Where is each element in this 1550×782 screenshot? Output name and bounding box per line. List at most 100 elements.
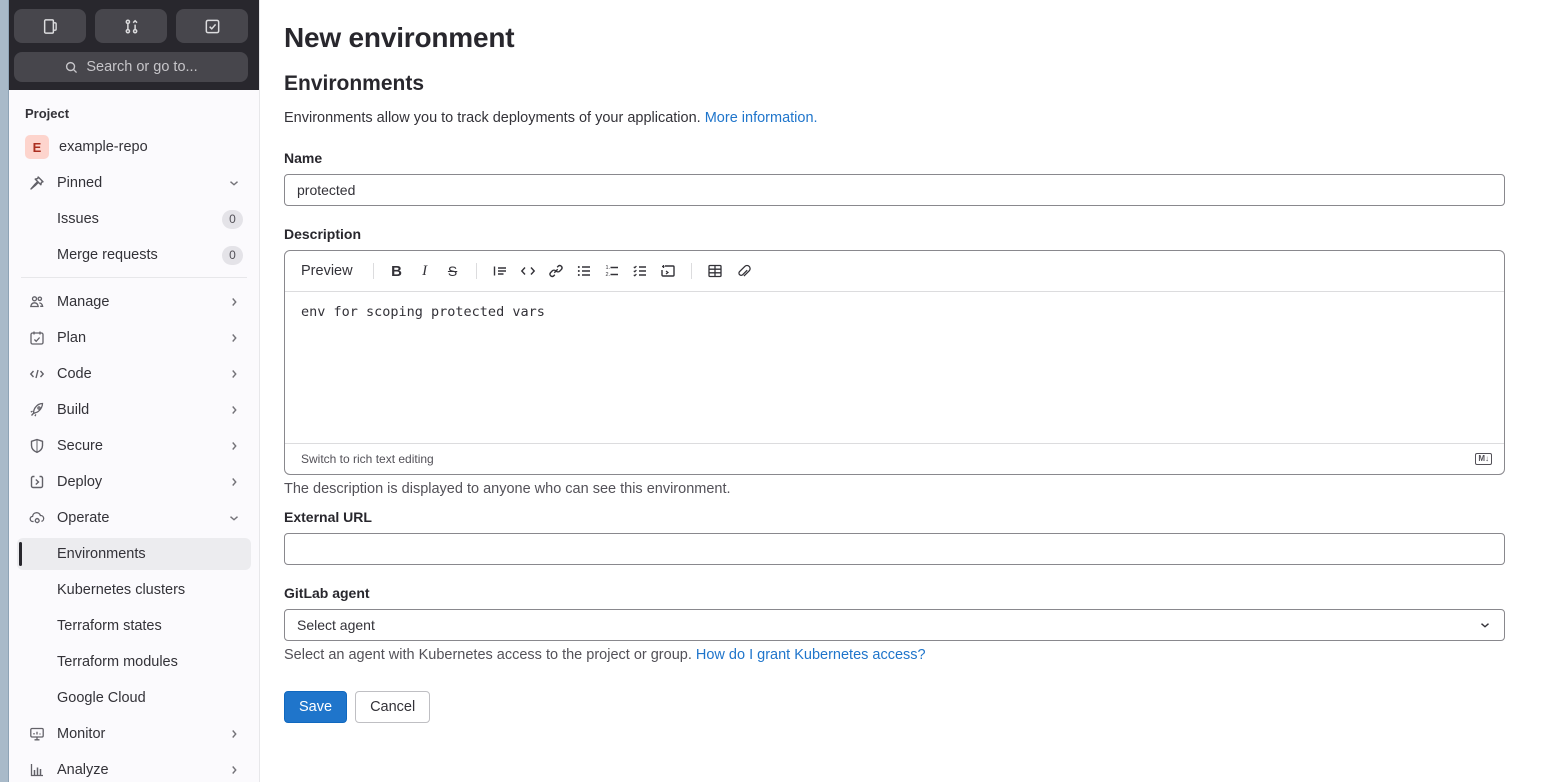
monitor-icon [29,726,45,742]
build-label: Build [57,402,90,418]
search-icon [64,60,79,75]
sidebar-item-google-cloud[interactable]: Google Cloud [17,682,251,714]
sidebar-item-code[interactable]: Code [17,358,251,390]
code-block-icon[interactable] [515,258,541,284]
sidebar-item-secure[interactable]: Secure [17,430,251,462]
terraform-states-label: Terraform states [57,618,162,634]
link-icon[interactable] [543,258,569,284]
search-button[interactable]: Search or go to... [14,52,248,82]
environments-label: Environments [57,546,146,562]
collapsible-section-icon[interactable] [655,258,681,284]
sidebar-item-terraform-modules[interactable]: Terraform modules [17,646,251,678]
chevron-right-icon [227,367,241,381]
merge-request-icon [123,18,140,35]
italic-icon[interactable]: I [412,258,438,284]
task-list-icon[interactable] [627,258,653,284]
sidebar-item-manage[interactable]: Manage [17,286,251,318]
sidebar-item-environments[interactable]: Environments [17,538,251,570]
cloud-gear-icon [29,510,45,526]
chevron-right-icon [227,403,241,417]
attach-file-icon[interactable] [730,258,756,284]
merge-requests-count-badge: 0 [222,245,243,265]
markdown-editor: Preview B I S 1. 2. env for scoping prot… [284,250,1505,475]
strikethrough-icon[interactable]: S [440,258,466,284]
sidebar-item-deploy[interactable]: Deploy [17,466,251,498]
sidebar-item-issues[interactable]: Issues 0 [17,203,251,235]
sidebar-item-build[interactable]: Build [17,394,251,426]
sidebar-item-kubernetes-clusters[interactable]: Kubernetes clusters [17,574,251,606]
description-help-text: The description is displayed to anyone w… [284,481,731,497]
issues-label: Issues [57,211,99,227]
chevron-right-icon [227,763,241,777]
todo-icon [204,18,221,35]
sidebar-item-merge-requests[interactable]: Merge requests 0 [17,239,251,271]
gitlab-agent-field-group: GitLab agent Select agent Select an agen… [284,585,1505,663]
description-label: Description [284,226,362,242]
code-icon [29,366,45,382]
sidebar-item-analyze[interactable]: Analyze [17,754,251,782]
operate-label: Operate [57,510,110,526]
chart-icon [29,762,45,778]
code-label: Code [57,366,92,382]
save-button[interactable]: Save [284,691,348,723]
bold-icon[interactable]: B [384,258,410,284]
super-sidebar: Search or go to... Project E example-rep… [9,0,260,782]
terraform-modules-label: Terraform modules [57,654,178,670]
quote-icon[interactable] [487,258,513,284]
toolbar-divider [372,263,374,279]
project-name: example-repo [59,139,148,155]
merge-requests-label: Merge requests [57,247,158,263]
plan-label: Plan [57,330,87,346]
markdown-toolbar: Preview B I S 1. 2. [285,251,1504,292]
deploy-icon [29,474,45,490]
sidebar-item-pinned[interactable]: Pinned [17,167,251,199]
sidebar-divider [21,277,247,278]
analyze-label: Analyze [57,762,109,778]
toolbar-divider [475,263,477,279]
description-textarea[interactable]: env for scoping protected vars [285,292,1504,438]
sidebar-topbar: Search or go to... [9,0,259,90]
cancel-button[interactable]: Cancel [355,691,431,723]
main-content: New environment Environments Environment… [260,0,1550,782]
switch-rich-text-button[interactable]: Switch to rich text editing [301,452,434,466]
todo-shortcut-button[interactable] [176,9,248,43]
more-information-link[interactable]: More information. [705,110,818,126]
table-icon[interactable] [702,258,728,284]
sidebar-item-monitor[interactable]: Monitor [17,718,251,750]
page-title: New environment [284,22,515,53]
markdown-icon[interactable]: M↓ [1475,453,1492,465]
chevron-down-icon [1478,618,1492,632]
sidebar-item-terraform-states[interactable]: Terraform states [17,610,251,642]
sidebar-section-label: Project [25,106,70,121]
agent-help-body: Select an agent with Kubernetes access t… [284,647,692,663]
name-field-group: Name [284,150,1505,206]
secure-label: Secure [57,438,103,454]
section-title: Environments [284,72,425,95]
description-field-group: Description Preview B I S 1. 2. env for … [284,226,1505,497]
toolbar-divider [690,263,692,279]
manage-label: Manage [57,294,110,310]
agent-select[interactable]: Select agent [284,609,1505,641]
name-input[interactable] [284,174,1505,206]
kubernetes-access-link[interactable]: How do I grant Kubernetes access? [696,647,926,663]
kubernetes-clusters-label: Kubernetes clusters [57,582,186,598]
deploy-label: Deploy [57,474,103,490]
merge-requests-shortcut-button[interactable] [95,9,167,43]
sidebar-item-project[interactable]: E example-repo [17,131,251,163]
external-url-field-group: External URL [284,509,1505,565]
chevron-right-icon [227,439,241,453]
external-url-input[interactable] [284,533,1505,565]
issues-shortcut-button[interactable] [14,9,86,43]
preview-button[interactable]: Preview [301,263,353,279]
numbered-list-icon[interactable]: 1. 2. [599,258,625,284]
issues-icon [42,18,59,35]
name-label: Name [284,150,323,166]
svg-text:2.: 2. [605,272,610,278]
agent-select-value: Select agent [297,617,375,633]
pin-icon [29,175,45,191]
sidebar-item-operate[interactable]: Operate [17,502,251,534]
bullet-list-icon[interactable] [571,258,597,284]
calendar-icon [29,330,45,346]
users-icon [29,294,45,310]
sidebar-item-plan[interactable]: Plan [17,322,251,354]
